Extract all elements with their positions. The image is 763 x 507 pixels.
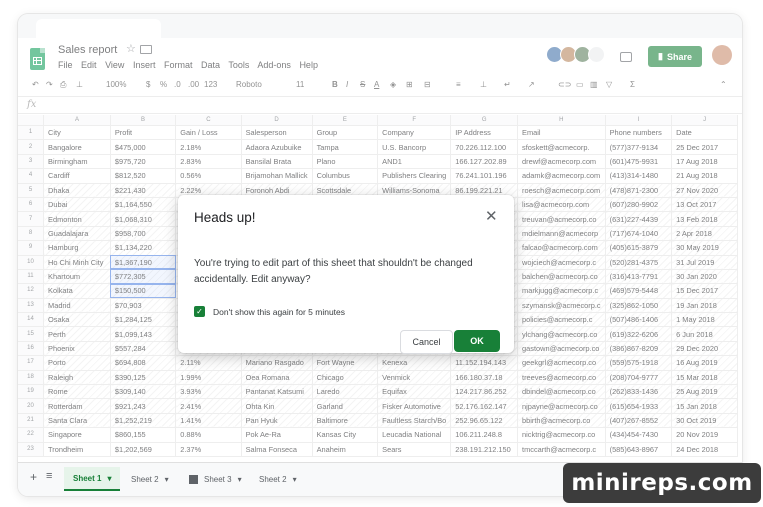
- tab-label: Sheet 2: [259, 474, 287, 484]
- all-sheets-icon[interactable]: ≡: [46, 470, 52, 482]
- sheet-badge-icon: [189, 474, 198, 484]
- chevron-down-icon: ▾: [107, 473, 112, 483]
- tab-sheet-2[interactable]: Sheet 2 ▾: [122, 467, 178, 491]
- cancel-button[interactable]: Cancel: [400, 330, 453, 354]
- chevron-down-icon: ▾: [164, 474, 169, 484]
- tab-label: Sheet 2: [131, 474, 159, 484]
- dialog-message: You're trying to edit part of this sheet…: [194, 258, 473, 285]
- dont-show-checkbox[interactable]: ✓: [194, 306, 205, 317]
- ok-button[interactable]: OK: [454, 330, 500, 352]
- dialog-title: Heads up!: [194, 210, 256, 225]
- dont-show-label: Don't show this again for 5 minutes: [213, 307, 346, 317]
- add-sheet-icon[interactable]: +: [30, 470, 37, 484]
- chevron-down-icon: ▾: [237, 474, 242, 484]
- watermark-logo: minireps.com: [563, 463, 761, 503]
- tab-sheet-1[interactable]: Sheet 1 ▾: [64, 467, 121, 491]
- protected-range-dialog: Heads up! ✕ You're trying to edit part o…: [178, 195, 514, 354]
- tab-sheet-3[interactable]: Sheet 3 ▾: [180, 467, 251, 491]
- tab-label: Sheet 3: [204, 474, 232, 484]
- tab-sheet-2-copy[interactable]: Sheet 2 ▾: [250, 467, 306, 491]
- tab-label: Sheet 1: [73, 473, 102, 483]
- chevron-down-icon: ▾: [292, 474, 297, 484]
- app-window: Sales report ☆ File Edit View Insert For…: [18, 14, 742, 496]
- close-icon[interactable]: ✕: [485, 207, 498, 225]
